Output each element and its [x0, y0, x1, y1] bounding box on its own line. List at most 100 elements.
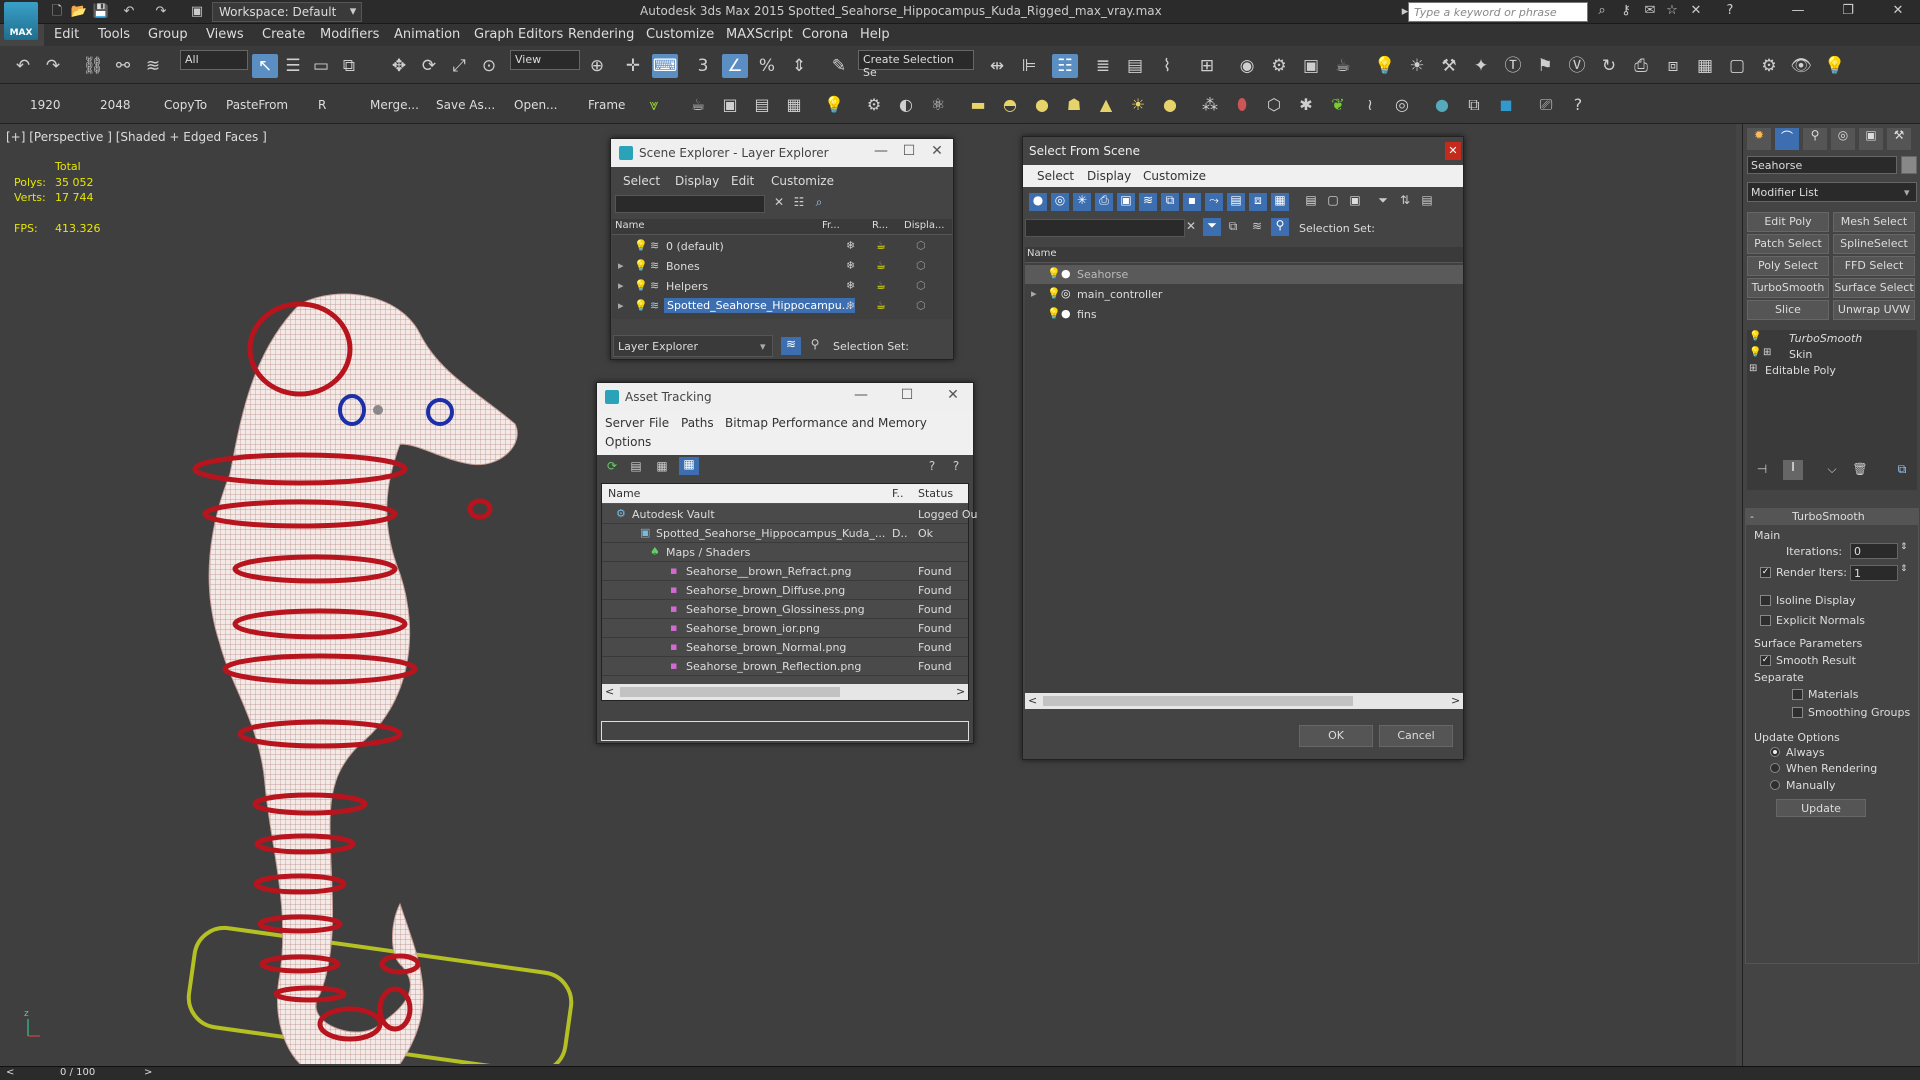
- menu-display[interactable]: Display: [675, 174, 719, 188]
- make-unique-icon[interactable]: ⌵: [1823, 462, 1841, 477]
- close-button[interactable]: ✕: [1445, 142, 1461, 160]
- display-invert-icon[interactable]: ▣: [1347, 193, 1363, 207]
- maximize-button[interactable]: ☐: [897, 387, 917, 407]
- column-status[interactable]: Status: [918, 487, 953, 500]
- scene-object-row[interactable]: ▸ 💡 ◎ main_controller: [1025, 285, 1463, 304]
- hierarchy-tab-icon[interactable]: ⚲: [1803, 128, 1827, 150]
- chevron-down-icon[interactable]: ⩔: [642, 94, 666, 116]
- select-children-icon[interactable]: ⧉: [1225, 219, 1241, 234]
- column-freeze[interactable]: Fr...: [822, 220, 840, 231]
- groups-filter-icon[interactable]: ⧉: [1161, 193, 1179, 211]
- menu-maxscript[interactable]: MAXScript: [726, 27, 793, 42]
- workspace-dropdown[interactable]: Workspace: Default: [212, 2, 362, 22]
- spinner-snap-icon[interactable]: ⇕: [786, 54, 812, 78]
- light-bulb-icon[interactable]: 💡: [1047, 267, 1061, 280]
- sphere-light-icon[interactable]: ●: [1030, 94, 1054, 116]
- containers-filter-icon[interactable]: ▤: [1227, 193, 1245, 211]
- restore-button[interactable]: ❐: [1836, 3, 1860, 21]
- sun-icon[interactable]: ☀: [1404, 54, 1430, 78]
- asset-row[interactable]: ♠ Maps / Shaders: [602, 543, 968, 562]
- modify-tab-icon[interactable]: ⌒: [1775, 128, 1799, 150]
- menu-bitmap-performance[interactable]: Bitmap Performance and Memory: [725, 416, 927, 430]
- x-tools-icon[interactable]: ✕: [1686, 3, 1706, 21]
- display-box-icon[interactable]: ⬡: [916, 259, 926, 272]
- object-color-swatch[interactable]: [1901, 156, 1917, 174]
- mesh-light-icon[interactable]: ☗: [1062, 94, 1086, 116]
- color-picker-icon[interactable]: ◼: [1494, 94, 1518, 116]
- menu-edit[interactable]: Edit: [731, 174, 754, 188]
- cancel-button[interactable]: Cancel: [1379, 725, 1453, 747]
- selection-filter-dropdown[interactable]: All: [180, 50, 248, 70]
- scroll-left-icon[interactable]: <: [605, 685, 614, 698]
- stack-item-editable-poly[interactable]: ⊞ Editable Poly: [1747, 362, 1917, 378]
- modifier-list-dropdown[interactable]: Modifier List ▾: [1747, 182, 1917, 202]
- when-rendering-radio[interactable]: [1770, 763, 1780, 773]
- light-lister-icon[interactable]: 💡: [1372, 54, 1398, 78]
- hair-icon[interactable]: ≀: [1358, 94, 1382, 116]
- help-icon[interactable]: ?: [1720, 3, 1740, 21]
- collapse-icon[interactable]: -: [1750, 510, 1754, 523]
- stack-item-skin[interactable]: 💡 ⊞ Skin: [1747, 346, 1917, 362]
- table-icon[interactable]: ▦: [782, 94, 806, 116]
- undo-icon[interactable]: ↶: [120, 3, 138, 21]
- merge-button[interactable]: Merge...: [370, 98, 419, 112]
- asset-row[interactable]: ▪ Seahorse_brown_Normal.png Found: [602, 638, 968, 657]
- helpers-filter-icon[interactable]: ▣: [1117, 193, 1135, 211]
- isoline-display-checkbox[interactable]: [1760, 595, 1771, 606]
- window-crossing-icon[interactable]: ⧉: [336, 54, 362, 78]
- modifier-button[interactable]: Mesh Select: [1833, 212, 1915, 232]
- create-tab-icon[interactable]: ✹: [1747, 128, 1771, 150]
- filter-list-icon[interactable]: ☷: [791, 195, 807, 209]
- scene-explorer-titlebar[interactable]: Scene Explorer - Layer Explorer — ☐ ✕: [611, 139, 953, 167]
- scrollbar-thumb[interactable]: [1043, 696, 1353, 706]
- help-icon[interactable]: ?: [1566, 94, 1590, 116]
- render-teapot-icon[interactable]: ☕: [876, 239, 886, 252]
- list-view-icon[interactable]: ▤: [627, 459, 645, 473]
- reset-icon[interactable]: ⎚: [1534, 94, 1558, 116]
- rollout-header[interactable]: - TurboSmooth: [1746, 509, 1918, 525]
- link-icon[interactable]: ⛓: [80, 54, 106, 78]
- expand-plus-icon[interactable]: ⊞: [1763, 347, 1771, 358]
- menu-create[interactable]: Create: [262, 27, 305, 42]
- bone-tools-icon[interactable]: ⚒: [1436, 54, 1462, 78]
- column-display[interactable]: Displa...: [904, 220, 944, 231]
- asset-row[interactable]: ▪ Seahorse_brown_Diffuse.png Found: [602, 581, 968, 600]
- explicit-normals-checkbox[interactable]: [1760, 615, 1771, 626]
- time-slider-next[interactable]: >: [144, 1067, 152, 1078]
- scrollbar-thumb[interactable]: [620, 687, 840, 697]
- asset-tracking-titlebar[interactable]: Asset Tracking — ☐ ✕: [597, 383, 973, 411]
- display-tab-icon[interactable]: ▣: [1859, 128, 1883, 150]
- frozen-filter-icon[interactable]: ⧈: [1249, 193, 1267, 211]
- asset-row[interactable]: ▪ Seahorse_brown_ior.png Found: [602, 619, 968, 638]
- save-as-button[interactable]: Save As...: [436, 98, 495, 112]
- spinner-arrows-icon[interactable]: ⇕: [1900, 564, 1908, 574]
- light-bulb-icon[interactable]: 💡: [634, 259, 648, 272]
- toggle-layer-explorer-icon[interactable]: ≣: [1090, 54, 1116, 78]
- shapes-filter-icon[interactable]: ◎: [1051, 193, 1069, 211]
- unlink-icon[interactable]: ⚯: [110, 54, 136, 78]
- render-teapot-icon[interactable]: ☕: [876, 259, 886, 272]
- plant-icon[interactable]: ❦: [1326, 94, 1350, 116]
- menu-customize[interactable]: Customize: [646, 27, 714, 42]
- reference-coord-dropdown[interactable]: View: [510, 50, 580, 70]
- light-bulb-icon[interactable]: 💡: [1822, 54, 1848, 78]
- motion-tab-icon[interactable]: ◎: [1831, 128, 1855, 150]
- remove-modifier-icon[interactable]: 🗑: [1851, 462, 1869, 476]
- menu-options[interactable]: Options: [605, 435, 651, 449]
- freeze-icon[interactable]: ❄: [846, 259, 855, 272]
- shell-icon[interactable]: ◎: [1390, 94, 1414, 116]
- modifier-button[interactable]: Unwrap UVW: [1833, 300, 1915, 320]
- display-all-icon[interactable]: ▤: [1303, 193, 1319, 207]
- light-bulb-icon[interactable]: 💡: [1047, 287, 1061, 300]
- menu-customize[interactable]: Customize: [771, 174, 834, 188]
- asset-path-field[interactable]: [601, 721, 969, 741]
- expand-arrow-icon[interactable]: ▸: [1031, 287, 1037, 300]
- scene-explorer-search-input[interactable]: [615, 195, 765, 213]
- render-setup-icon[interactable]: ⚙: [1266, 54, 1292, 78]
- snaps-toggle-icon[interactable]: 3: [690, 54, 716, 78]
- align-icon[interactable]: ⊫: [1016, 54, 1042, 78]
- refresh-icon[interactable]: ⟳: [603, 459, 621, 473]
- close-button[interactable]: ✕: [927, 143, 947, 163]
- stack-item-turbosmooth[interactable]: 💡 TurboSmooth: [1747, 330, 1917, 346]
- asset-row[interactable]: ⚙ Autodesk Vault Logged Ou: [602, 505, 978, 524]
